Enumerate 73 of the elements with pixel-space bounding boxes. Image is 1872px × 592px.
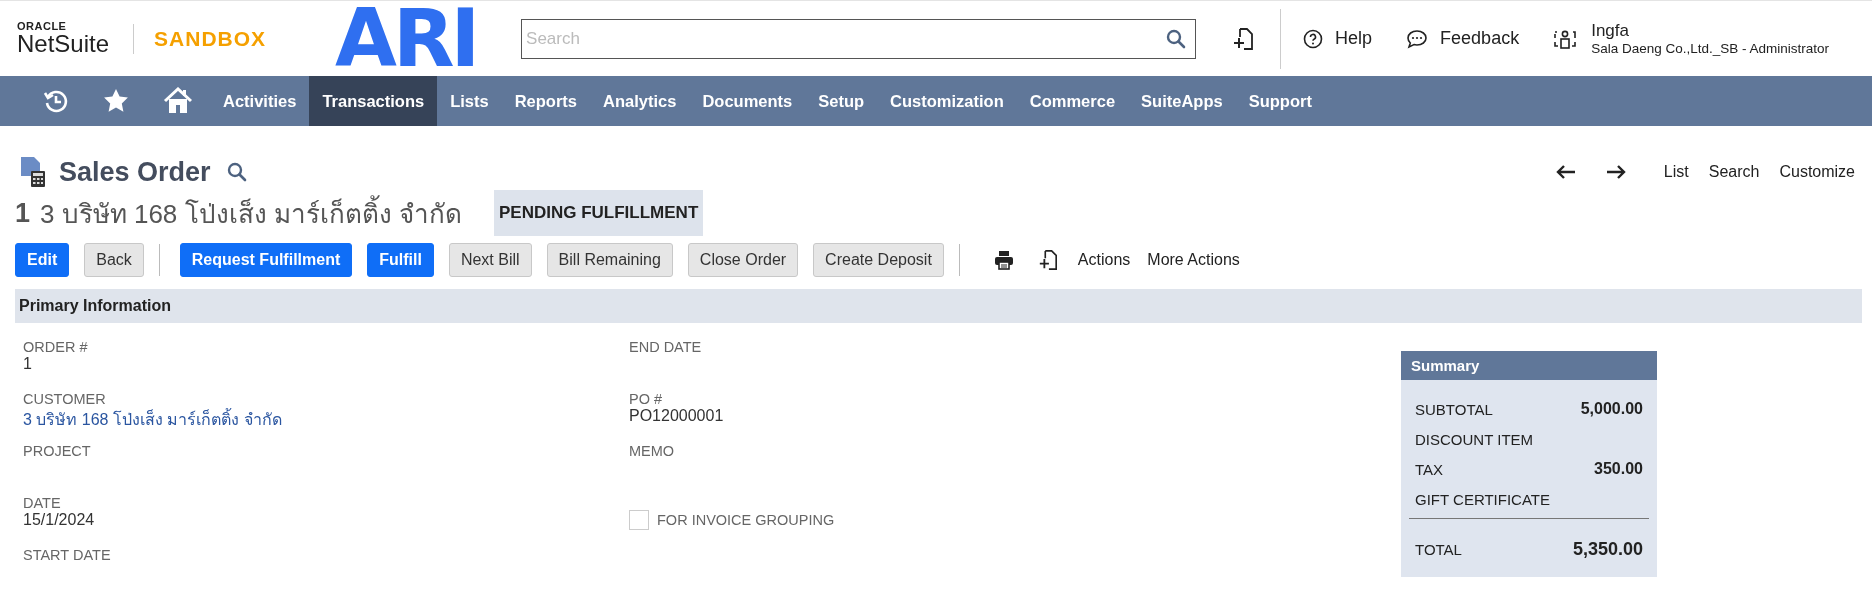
help-button[interactable]: Help [1303, 28, 1373, 49]
summary-label: DISCOUNT ITEM [1415, 430, 1534, 448]
summary-label: GIFT CERTIFICATE [1415, 490, 1550, 508]
field-label: PROJECT [23, 443, 91, 459]
actions-menu[interactable]: More Actions [1147, 251, 1240, 269]
search-field[interactable]: Search [521, 18, 1197, 59]
total-value: 5,350.00 [1572, 538, 1643, 560]
field-value: PO12000001 [629, 407, 724, 424]
field-value: 1 [23, 355, 32, 372]
help-icon [1303, 28, 1324, 49]
action-button[interactable]: Bill Remaining [546, 243, 673, 277]
action-button[interactable]: Back [84, 243, 144, 277]
field-label: CUSTOMER [23, 391, 106, 407]
account-role[interactable]: Sala Daeng Co.,Ltd._SB - Administrator [1591, 41, 1830, 56]
field-label: PO # [629, 391, 663, 407]
nav-tab[interactable]: Reports [501, 76, 591, 126]
brand-name: NetSuite [17, 32, 110, 56]
new-document-icon[interactable] [1037, 249, 1058, 271]
action-button[interactable]: Fulfill [367, 243, 434, 277]
action-button[interactable]: Next Bill [448, 243, 532, 277]
document-calculator-icon [19, 156, 47, 188]
speech-bubble-icon [1406, 28, 1429, 49]
actions-menu[interactable]: Actions [1077, 251, 1131, 269]
field-label: END DATE [629, 339, 702, 355]
summary-label: SUBTOTAL [1415, 400, 1493, 418]
clock-arrow-icon [43, 88, 69, 114]
section-header: Primary Information [15, 289, 1862, 323]
record-name: 3 บริษัท 168 โป่งเส็ง มาร์เก็ตติ้ง จำกัด [40, 192, 462, 234]
nav-tab[interactable]: Support [1235, 76, 1325, 126]
feedback-button[interactable]: Feedback [1406, 28, 1520, 49]
nav-tab[interactable]: SuiteApps [1128, 76, 1236, 126]
search-icon[interactable] [1166, 28, 1187, 49]
field-label: ORDER # [23, 339, 88, 355]
field-label: DATE [23, 495, 61, 511]
search-icon[interactable] [226, 162, 247, 182]
checkbox[interactable] [629, 510, 649, 530]
action-button[interactable]: Edit [15, 243, 70, 277]
nav-tab[interactable]: Analytics [590, 76, 690, 126]
brand-caption: ORACLE [17, 21, 68, 32]
total-label: TOTAL [1415, 540, 1462, 558]
record-number: 1 [15, 197, 31, 229]
nav-tab[interactable]: Lists [437, 76, 502, 126]
print-icon[interactable] [993, 250, 1014, 270]
summary-label: TAX [1415, 460, 1444, 478]
summary-title: Summary [1401, 351, 1657, 380]
nav-tab[interactable]: Customization [877, 76, 1017, 126]
star-icon [103, 88, 129, 114]
summary-value: 350.00 [1594, 460, 1643, 478]
field-label: MEMO [629, 443, 675, 459]
page-title: Sales Order [59, 156, 211, 188]
environment-label: SANDBOX [154, 26, 268, 51]
header-link[interactable]: List [1663, 163, 1689, 181]
action-button[interactable]: Create Deposit [813, 243, 944, 277]
home-icon [163, 87, 193, 115]
field-label: START DATE [23, 547, 111, 563]
field-label: FOR INVOICE GROUPING [657, 512, 835, 528]
nav-tab[interactable]: Documents [689, 76, 806, 126]
nav-tab[interactable]: Activities [210, 76, 310, 126]
action-button[interactable]: Close Order [687, 243, 799, 277]
user-name[interactable]: Ingfa [1591, 21, 1830, 41]
status-badge: PENDING FULFILLMENT [494, 190, 704, 236]
right-arrow-icon[interactable] [1605, 165, 1626, 179]
left-arrow-icon[interactable] [1555, 165, 1576, 179]
action-button[interactable]: Request Fulfillment [179, 243, 353, 277]
nav-tab[interactable]: Setup [805, 76, 878, 126]
nav-tab[interactable]: Commerce [1016, 76, 1129, 126]
company-logo: ARI [335, 0, 478, 77]
header-link[interactable]: Customize [1779, 163, 1855, 181]
new-document-icon[interactable] [1232, 26, 1255, 51]
nav-tab[interactable]: Transactions [309, 76, 438, 126]
field-value: 15/1/2024 [23, 511, 95, 528]
summary-value: 5,000.00 [1580, 400, 1643, 418]
header-link[interactable]: Search [1708, 163, 1760, 181]
